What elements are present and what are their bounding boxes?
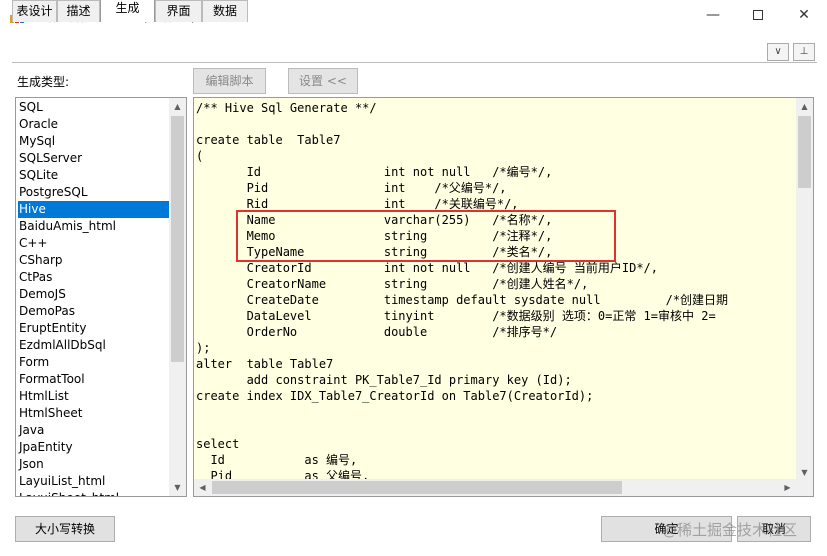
tab-data[interactable]: 数据 [202,0,248,22]
code-line: CreatorId int not null /*创建人编号 当前用户ID*/, [196,261,659,275]
list-item[interactable]: PostgreSQL [18,184,170,201]
list-item[interactable]: Hive [18,201,170,218]
scroll-corner [796,479,813,496]
list-item[interactable]: C++ [18,235,170,252]
tab-description[interactable]: 描述 [57,0,100,22]
code-line: add constraint PK_Table7_Id primary key … [196,373,572,387]
code-line: alter table Table7 [196,357,334,371]
code-line: Id as 编号, [196,453,358,467]
code-editor[interactable]: /** Hive Sql Generate **/ create table Ta… [193,97,814,497]
list-item[interactable]: Json [18,456,170,473]
code-line: Id int not null /*编号*/, [196,165,553,179]
list-item[interactable]: Oracle [18,116,170,133]
code-line: CreatorName string /*创建人姓名*/, [196,277,589,291]
code-line: /** Hive Sql Generate **/ [196,101,377,115]
list-item[interactable]: DemoJS [18,286,170,303]
settings-button[interactable]: 设置 << [288,68,358,94]
list-item[interactable]: EzdmlAllDbSql [18,337,170,354]
list-item[interactable]: BaiduAmis_html [18,218,170,235]
case-convert-button[interactable]: 大小写转换 [15,516,115,542]
list-item[interactable]: HtmlList [18,388,170,405]
list-item[interactable]: Form [18,354,170,371]
editor-vscroll-thumb[interactable] [798,116,811,188]
list-item[interactable]: LayuiSheet_html [18,490,170,496]
tab-table-design[interactable]: 表设计 [12,0,57,22]
code-line: ( [196,149,204,163]
editor-hscroll-thumb[interactable] [212,481,622,494]
list-item[interactable]: LayuiList_html [18,473,170,490]
list-scroll-thumb[interactable] [171,116,184,362]
collapse-button[interactable]: ∨ [767,43,789,61]
list-scrollbar[interactable]: ▲ ▼ [169,98,186,496]
list-item[interactable]: SQL [18,99,170,116]
generate-type-list[interactable]: SQL Oracle MySql SQLServer SQLite PostgreSQL H… [15,97,187,497]
code-line: CreateDate timestamp default sysdate nul… [196,293,729,307]
editor-horizontal-scrollbar[interactable]: ◀ ▶ [194,479,796,496]
tab-interface[interactable]: 界面 [155,0,202,22]
code-line: ); [196,341,211,355]
list-item[interactable]: DemoPas [18,303,170,320]
list-item[interactable]: FormatTool [18,371,170,388]
scroll-down-arrow-icon[interactable]: ▼ [169,479,186,496]
watermark: @稀土掘金技术社区 [662,521,798,539]
code-line: OrderNo double /*排序号*/ [196,325,558,339]
code-line: Pid int /*父编号*/, [196,181,507,195]
code-line: create index IDX_Table7_CreatorId on Tab… [196,389,594,403]
editor-scroll-right-icon[interactable]: ▶ [779,479,796,496]
list-item[interactable]: EruptEntity [18,320,170,337]
list-item[interactable]: CtPas [18,269,170,286]
close-button[interactable]: ✕ [781,0,827,32]
minimize-button[interactable]: — [690,0,736,32]
list-item[interactable]: MySql [18,133,170,150]
code-line: create table Table7 [196,133,341,147]
code-line: DataLevel tinyint /*数据级别 选项：0=正常 1=审核中 2… [196,309,716,323]
generate-type-label: 生成类型: [17,75,70,89]
list-item[interactable]: Java [18,422,170,439]
maximize-button[interactable] [735,0,781,32]
list-item[interactable]: HtmlSheet [18,405,170,422]
editor-scroll-left-icon[interactable]: ◀ [194,479,211,496]
list-item[interactable]: SQLServer [18,150,170,167]
maximize-icon [753,10,763,20]
list-item[interactable]: SQLite [18,167,170,184]
scroll-up-arrow-icon[interactable]: ▲ [169,98,186,115]
tab-strip-line [12,62,817,63]
tab-generate[interactable]: 生成 [100,0,155,22]
highlight-annotation-box [236,210,616,262]
editor-scroll-up-icon[interactable]: ▲ [796,98,813,115]
editor-vertical-scrollbar[interactable]: ▲ ▼ [796,98,813,481]
list-item[interactable]: CSharp [18,252,170,269]
list-item[interactable]: JpaEntity [18,439,170,456]
edit-script-button[interactable]: 编辑脚本 [193,68,266,94]
pin-button[interactable]: ⊥ [793,43,815,61]
code-line: select [196,437,240,451]
